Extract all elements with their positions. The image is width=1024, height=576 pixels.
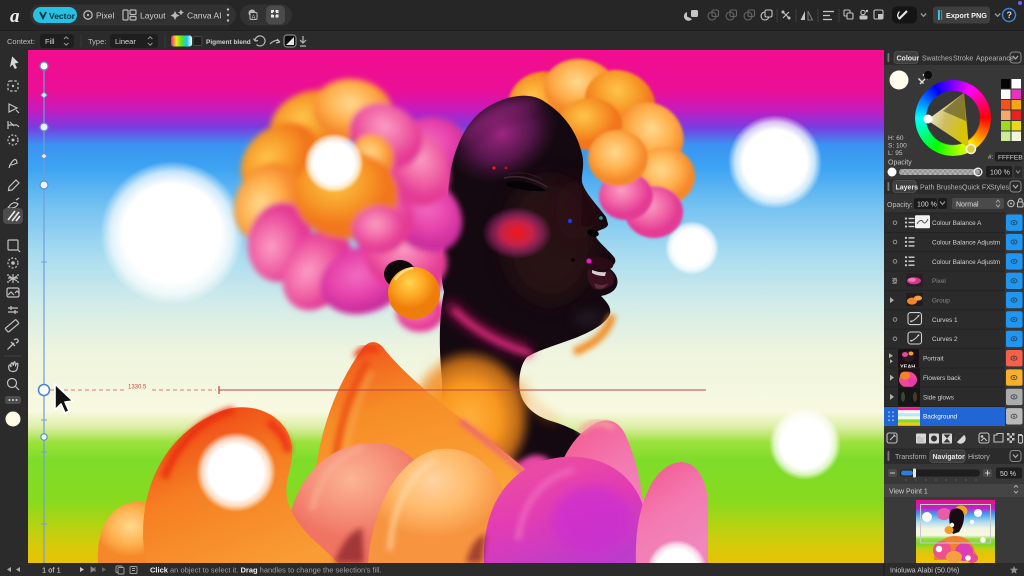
svg-text:Layout: Layout [140, 11, 166, 21]
svg-text:Click an object to select it.: Click an object to select it. Drag handl… [150, 566, 382, 575]
svg-text:fx: fx [917, 435, 924, 444]
svg-text:#:: #: [988, 154, 994, 161]
svg-text:Appearance: Appearance [976, 55, 1014, 62]
svg-text:S: 100: S: 100 [888, 143, 907, 150]
svg-text:H: 60: H: 60 [888, 135, 904, 142]
svg-text:History: History [968, 454, 990, 461]
svg-text:Styles: Styles [990, 184, 1010, 191]
svg-text:Navigator: Navigator [933, 454, 966, 461]
svg-text:Swatches: Swatches [922, 55, 953, 62]
svg-text:Pigment blend: Pigment blend [206, 39, 251, 46]
svg-text:a: a [10, 6, 20, 27]
svg-text:Normal: Normal [956, 202, 979, 209]
svg-text:100 %: 100 % [990, 170, 1010, 177]
svg-text:Linear: Linear [115, 37, 136, 46]
svg-text:View Point 1: View Point 1 [889, 489, 928, 496]
svg-text:Group: Group [932, 298, 950, 305]
svg-text:50 %: 50 % [1000, 471, 1016, 478]
svg-text:Pixel: Pixel [96, 11, 115, 21]
svg-text:Colour Balance Adjustm: Colour Balance Adjustm [932, 259, 1000, 266]
svg-text:Quick FX: Quick FX [962, 184, 991, 191]
svg-text:Portrait: Portrait [923, 356, 944, 363]
svg-text:Opacity: Opacity [888, 160, 912, 167]
svg-text:?: ? [1007, 10, 1013, 20]
svg-text:Transform: Transform [895, 454, 927, 461]
svg-text:Context:: Context: [7, 37, 35, 46]
svg-text:Layers: Layers [896, 184, 919, 191]
svg-text:Curves 2: Curves 2 [932, 336, 958, 343]
svg-text:L: 95: L: 95 [888, 150, 903, 157]
svg-text:Curves 1: Curves 1 [932, 317, 958, 324]
svg-text:Export PNG: Export PNG [946, 11, 987, 20]
svg-text:FFFFEB: FFFFEB [998, 155, 1023, 162]
svg-text:A: A [252, 15, 256, 21]
svg-text:Side glows: Side glows [923, 394, 954, 401]
svg-text:Background: Background [923, 414, 958, 421]
svg-text:Vector: Vector [49, 11, 76, 21]
svg-text:Colour Balance Adjustm: Colour Balance Adjustm [932, 239, 1000, 246]
svg-text:Type:: Type: [88, 37, 106, 46]
svg-text:Stroke: Stroke [953, 55, 973, 62]
svg-text:Colour Balance A: Colour Balance A [932, 220, 982, 227]
svg-text:Canva AI: Canva AI [187, 11, 222, 21]
svg-text:Colour: Colour [897, 55, 920, 62]
svg-text:Opacity:: Opacity: [887, 202, 913, 209]
svg-text:Inioluwa Alabi (50.0%): Inioluwa Alabi (50.0%) [890, 568, 959, 575]
svg-text:1330.5: 1330.5 [128, 385, 147, 391]
svg-text:Pixel: Pixel [932, 278, 946, 285]
svg-text:Path Brushes: Path Brushes [920, 184, 963, 191]
svg-text:Fill: Fill [45, 37, 55, 46]
svg-text:100 %: 100 % [917, 202, 937, 209]
svg-text:Flowers back: Flowers back [923, 375, 961, 382]
svg-text:1 of 1: 1 of 1 [42, 566, 61, 575]
